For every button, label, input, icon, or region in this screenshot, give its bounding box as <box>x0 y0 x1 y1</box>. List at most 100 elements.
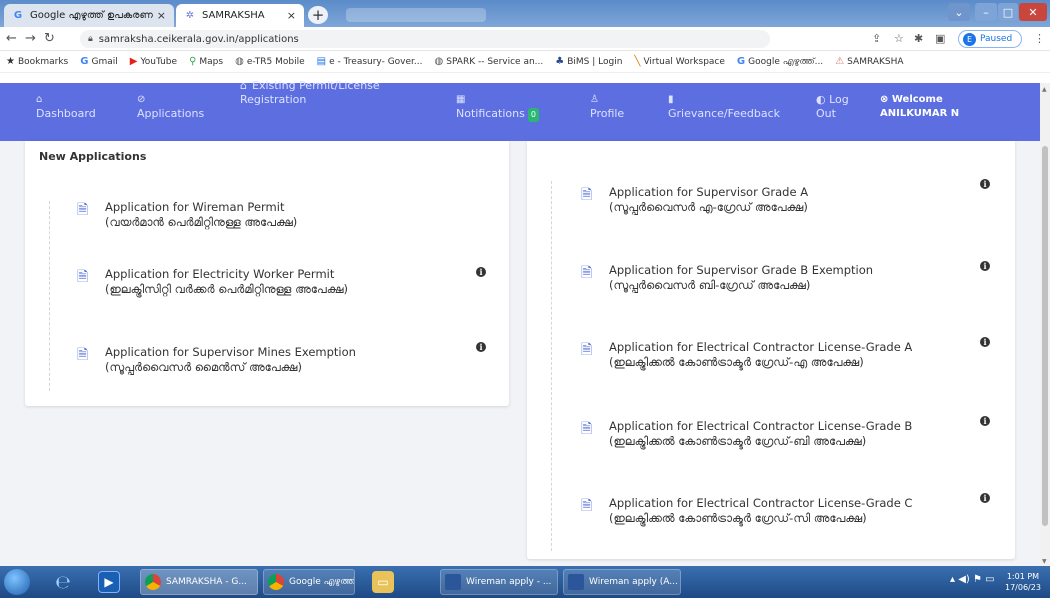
list-item-contractor-grade-b[interactable]: 🗎︎ Application for Electrical Contractor… <box>581 419 912 449</box>
extensions-icon[interactable]: ✱ <box>914 32 923 45</box>
bims-icon: ♣ <box>555 56 565 67</box>
tray-arrow-icon[interactable]: ▴ <box>950 574 955 585</box>
bookmark-item[interactable]: ▤ e - Treasury- Gover... <box>317 56 423 67</box>
document-icon: 🗎︎ <box>77 269 89 285</box>
file-explorer-icon[interactable]: ▭ <box>372 571 394 593</box>
info-icon[interactable]: i <box>476 342 486 352</box>
taskbar-item-word-1[interactable]: Wireman apply - ... <box>440 569 558 595</box>
reload-icon[interactable]: ↻ <box>44 31 55 46</box>
list-item-contractor-grade-c[interactable]: 🗎︎ Application for Electrical Contractor… <box>581 496 912 526</box>
scrollbar-thumb[interactable] <box>1042 146 1048 526</box>
bookmark-item[interactable]: ▶ YouTube <box>130 56 177 67</box>
url-text: samraksha.ceikerala.gov.in/applications <box>98 33 299 45</box>
taskbar-item-chrome-google[interactable]: Google എഴുത്ത് ... <box>263 569 355 595</box>
nav-grievance[interactable]: ▮ Grievance/Feedback <box>668 93 780 121</box>
bookmark-item[interactable]: G Google എഴുത്ത്... <box>737 56 823 67</box>
scroll-down-icon[interactable]: ▼ <box>1042 558 1047 565</box>
card-title: New Applications <box>39 150 147 163</box>
minimize-icon[interactable]: – <box>975 3 997 21</box>
address-bar: ← → ↻ 🔒︎ samraksha.ceikerala.gov.in/appl… <box>0 27 1050 51</box>
google-icon: G <box>13 10 23 21</box>
start-button[interactable] <box>4 569 30 595</box>
taskbar-item-chrome-samraksha[interactable]: SAMRAKSHA - G... <box>140 569 258 595</box>
close-window-icon[interactable]: ✕ <box>1019 3 1047 21</box>
share-icon[interactable]: ⇪ <box>872 32 881 45</box>
new-applications-card: New Applications 🗎︎ Application for Wire… <box>25 141 509 406</box>
bookmark-item[interactable]: ◍ e-TR5 Mobile <box>235 56 305 67</box>
profile-button[interactable]: E Paused <box>958 30 1022 48</box>
bookmarks-bar: ★ Bookmarks G Gmail ▶ YouTube ⚲ Maps ◍ e-TR5 … <box>0 51 1050 73</box>
list-item-electricity-worker-permit[interactable]: 🗎︎ Application for Electricity Worker Pe… <box>77 267 348 297</box>
bookmark-item[interactable]: ◍ SPARK -- Service an... <box>435 56 544 67</box>
app-navbar: ⌂ Dashboard ⊘ Applications ⌂ Existing Per… <box>0 79 1040 141</box>
taskbar-clock[interactable]: 1:01 PM 17/06/23 <box>1005 571 1041 593</box>
word-icon <box>568 574 584 590</box>
nav-profile[interactable]: ♙ Profile <box>590 93 624 121</box>
internet-explorer-icon[interactable]: ℮ <box>52 571 74 593</box>
tab-google-input[interactable]: G Google എഴുത്ത് ഉപകരണ × <box>4 4 174 27</box>
treasury-icon: ▤ <box>316 56 327 67</box>
blurred-tab <box>346 8 486 22</box>
tab-samraksha[interactable]: ✲ SAMRAKSHA × <box>176 4 304 27</box>
document-icon: 🗎︎ <box>581 265 593 281</box>
menu-icon[interactable]: ⋮ <box>1034 32 1045 45</box>
info-icon[interactable]: i <box>980 337 990 347</box>
list-item-supervisor-grade-a[interactable]: 🗎︎ Application for Supervisor Grade A (സൂ… <box>581 185 808 215</box>
network-flag-icon[interactable]: ⚑ <box>973 574 982 585</box>
sidepanel-icon[interactable]: ▣ <box>935 32 945 45</box>
tab-label: Google എഴുത്ത് ഉപകരണ <box>30 10 153 21</box>
new-tab-button[interactable]: + <box>308 6 328 24</box>
document-icon: 🗎︎ <box>77 202 89 218</box>
close-icon[interactable]: × <box>287 9 296 22</box>
list-item-supervisor-mines-exemption[interactable]: 🗎︎ Application for Supervisor Mines Exem… <box>77 345 356 375</box>
profile-status: Paused <box>980 34 1013 44</box>
power-icon: ◐ <box>816 93 830 106</box>
info-icon[interactable]: i <box>980 416 990 426</box>
info-icon[interactable]: i <box>980 261 990 271</box>
google-icon: G <box>80 56 89 67</box>
bookmark-item[interactable]: ⚠ SAMRAKSHA <box>835 56 903 67</box>
tab-search-icon[interactable]: ⌄ <box>948 3 970 21</box>
nav-applications[interactable]: ⊘ Applications <box>137 93 204 121</box>
forward-icon[interactable]: → <box>25 31 36 46</box>
bookmark-star-icon[interactable]: ☆ <box>894 32 904 45</box>
chrome-icon <box>145 574 161 590</box>
samraksha-icon: ✲ <box>185 10 195 21</box>
maps-icon: ⚲ <box>189 56 197 67</box>
chrome-icon <box>268 574 284 590</box>
system-tray[interactable]: ▴ ◀) ⚑ ▭ <box>950 574 995 585</box>
list-item-wireman-permit[interactable]: 🗎︎ Application for Wireman Permit (വയർമാൻ… <box>77 200 297 230</box>
url-input[interactable]: 🔒︎ samraksha.ceikerala.gov.in/applicatio… <box>80 30 770 48</box>
volume-icon[interactable]: ◀) <box>958 574 970 585</box>
bookmark-item[interactable]: ♣ BiMS | Login <box>555 56 622 67</box>
network-icon[interactable]: ▭ <box>985 574 994 585</box>
bookmark-item[interactable]: G Gmail <box>80 56 117 67</box>
bookmark-item[interactable]: ╲ Virtual Workspace <box>634 56 725 67</box>
document-icon: 🗎︎ <box>581 498 593 514</box>
tab-label: SAMRAKSHA <box>202 10 265 21</box>
user-icon: ♙ <box>590 94 599 105</box>
nav-dashboard[interactable]: ⌂ Dashboard <box>36 93 96 121</box>
scroll-up-icon[interactable]: ▲ <box>1042 86 1047 93</box>
media-player-icon[interactable]: ▶ <box>98 571 120 593</box>
bookmark-item[interactable]: ⚲ Maps <box>189 56 223 67</box>
samraksha-icon: ⚠ <box>835 56 845 67</box>
nav-logout[interactable]: ◐ Log Out <box>816 93 849 121</box>
document-icon: 🗎︎ <box>581 421 593 437</box>
nav-notifications[interactable]: ▦ Notifications 0 <box>456 93 539 122</box>
document-icon: ▮ <box>668 94 674 105</box>
back-icon[interactable]: ← <box>6 31 17 46</box>
info-icon[interactable]: i <box>980 493 990 503</box>
list-item-supervisor-grade-b-exemption[interactable]: 🗎︎ Application for Supervisor Grade B Ex… <box>581 263 873 293</box>
nav-existing-permit[interactable]: ⌂ Existing Permit/License Registration <box>240 79 380 107</box>
globe-icon: ◍ <box>235 56 244 67</box>
maximize-icon[interactable]: □ <box>998 3 1018 21</box>
list-item-contractor-grade-a[interactable]: 🗎︎ Application for Electrical Contractor… <box>581 340 912 370</box>
info-icon[interactable]: i <box>980 179 990 189</box>
bookmark-item[interactable]: ★ Bookmarks <box>6 56 68 67</box>
workspace-icon: ╲ <box>634 56 641 67</box>
close-icon[interactable]: × <box>157 9 166 22</box>
info-icon[interactable]: i <box>476 267 486 277</box>
document-icon: 🗎︎ <box>581 342 593 358</box>
taskbar-item-word-2[interactable]: Wireman apply (A... <box>563 569 681 595</box>
